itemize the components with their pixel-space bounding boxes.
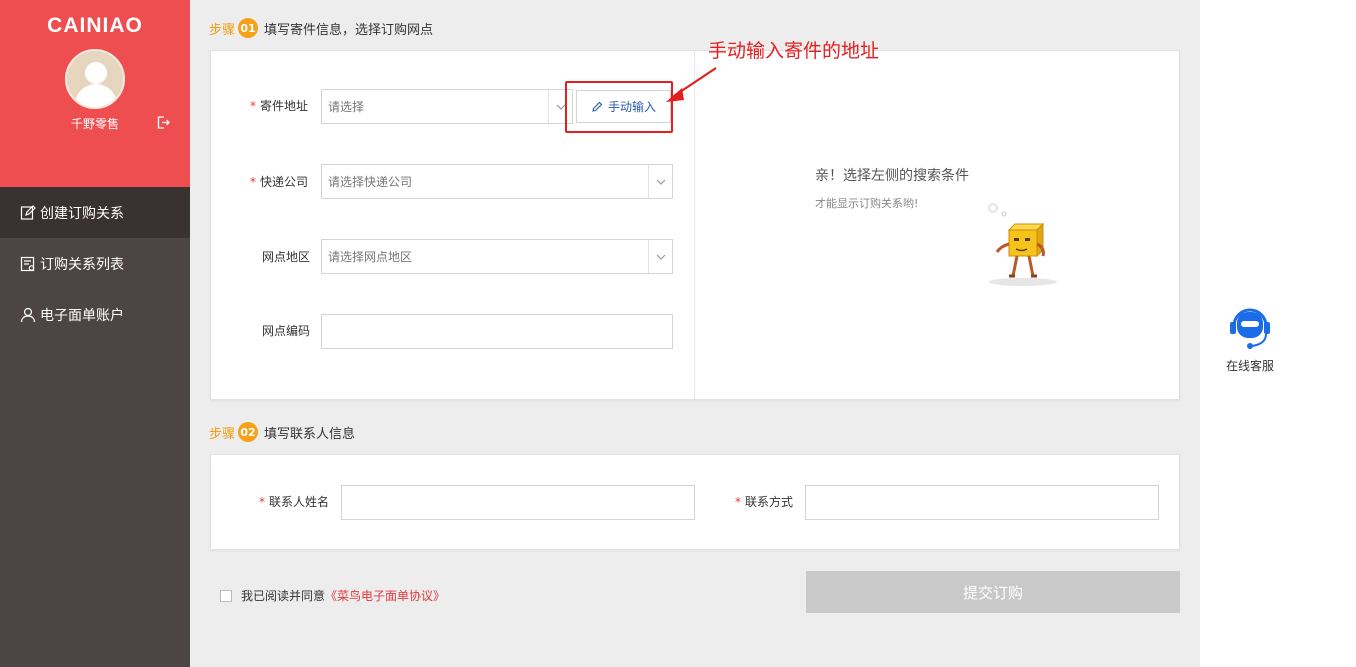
sidebar-nav: 创建订购关系 订购关系列表 电子面单账户 (0, 187, 190, 340)
chevron-down-icon (648, 240, 672, 273)
address-select[interactable]: 请选择 (321, 89, 573, 124)
logo: CAINIAO (47, 14, 143, 37)
sidebar-item-label: 订购关系列表 (40, 256, 124, 273)
annotation-arrow (666, 67, 717, 102)
region-select[interactable]: 请选择网点地区 (321, 239, 673, 274)
agreement-text: 我已阅读并同意 (241, 589, 326, 603)
sidebar-item-create-order[interactable]: 创建订购关系 (0, 187, 190, 238)
sidebar-item-order-list[interactable]: 订购关系列表 (0, 238, 190, 289)
step-number: 02 (238, 422, 259, 442)
region-label: 网点地区 (262, 250, 311, 264)
step-1-header: 步骤 01 填写寄件信息，选择订购网点 (209, 18, 433, 38)
code-label: 网点编码 (262, 324, 311, 338)
list-icon (20, 256, 35, 271)
step-word: 步骤 (209, 22, 236, 38)
address-label: * 寄件地址 (250, 99, 309, 113)
sidebar-item-label: 电子面单账户 (40, 307, 124, 324)
annotation-highlight-box (565, 81, 673, 133)
step-title: 填写寄件信息，选择订购网点 (264, 22, 434, 38)
code-input[interactable] (321, 314, 673, 349)
sidebar-header: CAINIAO 千野零售 (0, 0, 190, 187)
courier-select[interactable]: 请选择快递公司 (321, 164, 673, 199)
step-2-header: 步骤 02 填写联系人信息 (209, 422, 355, 442)
contact-name-label: * 联系人姓名 (259, 495, 330, 509)
contact-phone-input[interactable] (805, 485, 1159, 520)
agreement-link[interactable]: 《菜鸟电子面单协议》 (325, 587, 445, 604)
contact-phone-label: * 联系方式 (735, 495, 794, 509)
avatar[interactable] (65, 49, 125, 109)
empty-state-sub: 才能显示订购关系哟! (815, 197, 919, 210)
empty-state-message: 亲！选择左侧的搜索条件 (815, 168, 969, 184)
chevron-down-icon (648, 165, 672, 198)
agreement-row: 我已阅读并同意 《菜鸟电子面单协议》 (220, 587, 445, 604)
logout-icon[interactable] (157, 116, 170, 129)
headset-robot-icon (1230, 308, 1270, 349)
agreement-checkbox[interactable] (220, 589, 232, 602)
step-number: 01 (238, 18, 259, 38)
sidebar-item-account[interactable]: 电子面单账户 (0, 289, 190, 340)
edit-icon (20, 204, 36, 220)
sidebar: CAINIAO 千野零售 创建订购关系 订购关系列表 电子面单账户 (0, 0, 190, 667)
contact-name-input[interactable] (341, 485, 695, 520)
annotation-text: 手动输入寄件的地址 (708, 40, 880, 62)
customer-service-label: 在线客服 (1225, 359, 1274, 373)
step-word: 步骤 (209, 426, 236, 442)
courier-label: * 快递公司 (250, 175, 309, 189)
submit-order-button[interactable]: 提交订购 (806, 571, 1180, 613)
step-title: 填写联系人信息 (264, 426, 356, 442)
sidebar-item-label: 创建订购关系 (40, 205, 124, 222)
mascot-illustration (988, 203, 1057, 286)
customer-service-widget[interactable]: 在线客服 (1210, 300, 1290, 374)
user-icon (20, 307, 36, 322)
